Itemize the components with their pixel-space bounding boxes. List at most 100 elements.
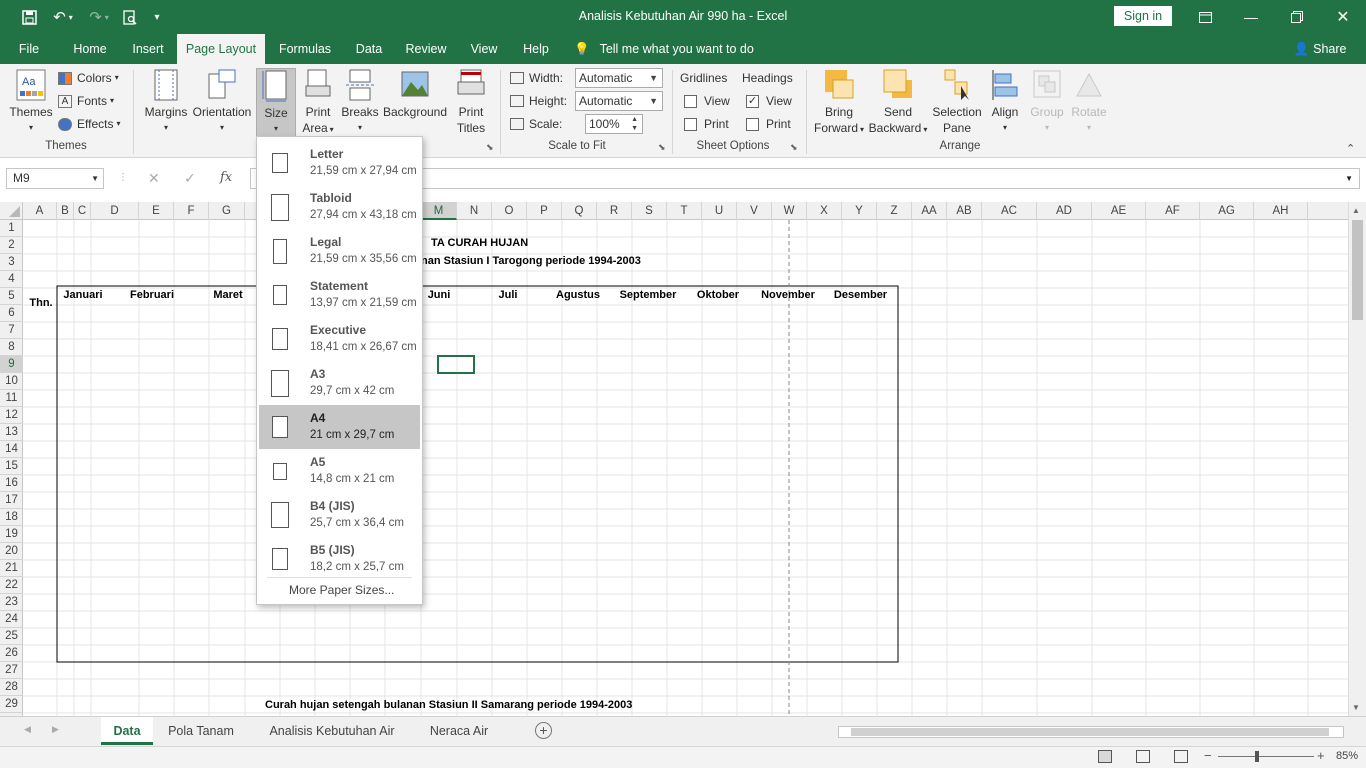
column-header-ac[interactable]: AC (982, 202, 1037, 220)
row-header-20[interactable]: 20 (0, 543, 23, 560)
row-header-3[interactable]: 3 (0, 254, 23, 271)
column-header-v[interactable]: V (737, 202, 772, 220)
send-backward-button[interactable]: Send Backward ▾ (866, 68, 930, 138)
tab-review[interactable]: Review (399, 34, 453, 64)
orientation-button[interactable]: Orientation ▾ (190, 68, 254, 136)
align-button[interactable]: Align ▾ (984, 68, 1026, 136)
restore-icon[interactable] (1274, 0, 1320, 34)
column-header-z[interactable]: Z (877, 202, 912, 220)
height-select[interactable]: Automatic ▼ (575, 91, 663, 111)
paper-size-executive[interactable]: Executive 18,41 cm x 26,67 cm (259, 317, 420, 361)
paper-size-b5-jis[interactable]: B5 (JIS) 18,2 cm x 25,7 cm (259, 537, 420, 581)
add-sheet-icon[interactable]: + (535, 722, 552, 739)
size-button[interactable]: Size ▾ (256, 68, 296, 138)
vertical-scrollbar[interactable]: ▲ ▼ (1348, 202, 1366, 716)
tab-view[interactable]: View (460, 34, 508, 64)
tell-me-search[interactable]: 💡 Tell me what you want to do (574, 34, 764, 64)
close-icon[interactable]: ✕ (1320, 0, 1366, 34)
headings-print-checkbox[interactable]: Print (746, 114, 791, 134)
minimize-icon[interactable]: — (1228, 0, 1274, 34)
tab-help[interactable]: Help (514, 34, 558, 64)
row-header-19[interactable]: 19 (0, 526, 23, 543)
row-header-4[interactable]: 4 (0, 271, 23, 288)
column-header-e[interactable]: E (139, 202, 174, 220)
scale-launcher-icon[interactable]: ⬊ (658, 142, 666, 153)
row-header-22[interactable]: 22 (0, 577, 23, 594)
tab-page-layout[interactable]: Page Layout (177, 34, 265, 64)
row-header-8[interactable]: 8 (0, 339, 23, 356)
column-header-ab[interactable]: AB (947, 202, 982, 220)
column-header-y[interactable]: Y (842, 202, 877, 220)
column-header-aa[interactable]: AA (912, 202, 947, 220)
horizontal-scrollbar[interactable] (838, 726, 1344, 738)
paper-size-letter[interactable]: Letter 21,59 cm x 27,94 cm (259, 141, 420, 185)
row-header-18[interactable]: 18 (0, 509, 23, 526)
sheet-tab-pola-tanam[interactable]: Pola Tanam (153, 717, 249, 745)
bring-forward-button[interactable]: Bring Forward ▾ (812, 68, 866, 138)
row-header-24[interactable]: 24 (0, 611, 23, 628)
row-header-14[interactable]: 14 (0, 441, 23, 458)
column-header-g[interactable]: G (209, 202, 245, 220)
themes-button[interactable]: Aa Themes ▾ (6, 68, 56, 136)
zoom-level[interactable]: 85% (1336, 750, 1358, 762)
name-box[interactable]: M9 ▼ (6, 168, 104, 189)
row-header-28[interactable]: 28 (0, 679, 23, 696)
scroll-right-icon[interactable]: ▶ (52, 724, 59, 735)
insert-function-icon[interactable]: fx (220, 170, 232, 185)
tab-file[interactable]: File (10, 34, 48, 64)
zoom-in-icon[interactable]: + (1317, 748, 1325, 763)
column-header-x[interactable]: X (807, 202, 842, 220)
row-header-12[interactable]: 12 (0, 407, 23, 424)
sheet-tab-neraca-air[interactable]: Neraca Air (415, 717, 503, 745)
column-header-ad[interactable]: AD (1037, 202, 1092, 220)
row-header-11[interactable]: 11 (0, 390, 23, 407)
tab-insert[interactable]: Insert (124, 34, 172, 64)
column-header-f[interactable]: F (174, 202, 209, 220)
paper-size-statement[interactable]: Statement 13,97 cm x 21,59 cm (259, 273, 420, 317)
scale-spinner[interactable]: 100% ▲ ▼ (585, 114, 643, 134)
paper-size-tabloid[interactable]: Tabloid 27,94 cm x 43,18 cm (259, 185, 420, 229)
gridlines-view-checkbox[interactable]: View (684, 91, 730, 111)
row-header-27[interactable]: 27 (0, 662, 23, 679)
column-header-r[interactable]: R (597, 202, 632, 220)
sheet-tab-analisis[interactable]: Analisis Kebutuhan Air (249, 717, 415, 745)
scroll-left-icon[interactable]: ◀ (24, 724, 31, 735)
more-paper-sizes-link[interactable]: More Paper Sizes... (289, 583, 394, 597)
row-header-5[interactable]: 5 (0, 288, 23, 305)
column-header-p[interactable]: P (527, 202, 562, 220)
column-header-o[interactable]: O (492, 202, 527, 220)
column-header-ah[interactable]: AH (1254, 202, 1308, 220)
column-header-c[interactable]: C (74, 202, 91, 220)
row-header-1[interactable]: 1 (0, 220, 23, 237)
paper-size-legal[interactable]: Legal 21,59 cm x 35,56 cm (259, 229, 420, 273)
page-layout-view-icon[interactable] (1136, 750, 1150, 763)
column-header-m[interactable]: M (421, 202, 457, 220)
sign-in-button[interactable]: Sign in (1114, 6, 1172, 26)
column-header-q[interactable]: Q (562, 202, 597, 220)
column-header-w[interactable]: W (772, 202, 807, 220)
column-header-n[interactable]: N (457, 202, 492, 220)
selection-pane-button[interactable]: Selection Pane (930, 68, 984, 136)
row-header-2[interactable]: 2 (0, 237, 23, 254)
row-header-21[interactable]: 21 (0, 560, 23, 577)
scroll-thumb[interactable] (1352, 220, 1363, 320)
column-header-ae[interactable]: AE (1092, 202, 1146, 220)
rotate-button[interactable]: Rotate ▾ (1068, 68, 1110, 136)
column-header-a[interactable]: A (23, 202, 57, 220)
row-header-29[interactable]: 29 (0, 696, 23, 713)
column-header-s[interactable]: S (632, 202, 667, 220)
background-button[interactable]: Background (380, 68, 450, 120)
column-header-t[interactable]: T (667, 202, 702, 220)
width-select[interactable]: Automatic ▼ (575, 68, 663, 88)
tab-formulas[interactable]: Formulas (272, 34, 338, 64)
fonts-button[interactable]: A Fonts ▾ (58, 91, 114, 111)
tab-data[interactable]: Data (346, 34, 392, 64)
print-area-button[interactable]: Print Area ▾ (298, 68, 338, 138)
collapse-ribbon-icon[interactable]: ⌃ (1346, 142, 1355, 155)
row-header-13[interactable]: 13 (0, 424, 23, 441)
row-header-15[interactable]: 15 (0, 458, 23, 475)
zoom-slider[interactable] (1218, 756, 1314, 757)
zoom-out-icon[interactable]: − (1204, 748, 1212, 763)
cancel-icon[interactable]: ✕ (148, 170, 160, 187)
paper-size-a3[interactable]: A3 29,7 cm x 42 cm (259, 361, 420, 405)
